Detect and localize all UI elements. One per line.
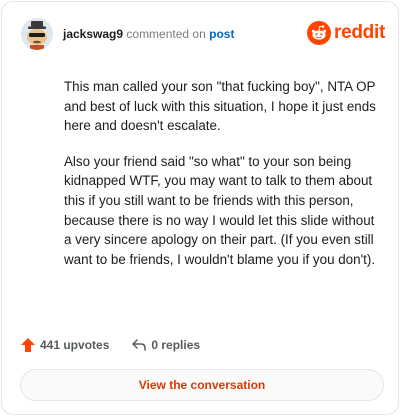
- comment-card: jackswag9 commented on post reddit This …: [1, 1, 399, 415]
- view-conversation-button[interactable]: View the conversation: [20, 369, 384, 401]
- avatar[interactable]: [21, 18, 53, 50]
- upvote-arrow-icon: [21, 338, 35, 352]
- reply-button[interactable]: 0 replies: [131, 337, 200, 353]
- comment-body: This man called your son "that fucking b…: [64, 77, 382, 269]
- reddit-snoo-icon: [307, 21, 332, 45]
- reply-count: 0 replies: [151, 338, 201, 352]
- post-link[interactable]: post: [209, 27, 234, 41]
- username[interactable]: jackswag9: [63, 27, 123, 41]
- snoo-avatar-icon: [21, 18, 53, 50]
- reddit-logo[interactable]: reddit: [307, 20, 385, 46]
- reply-icon: [132, 339, 147, 351]
- upvote-button[interactable]: 441 upvotes: [20, 337, 109, 353]
- comment-paragraph: Also your friend said "so what" to your …: [64, 153, 376, 267]
- commenter-line: jackswag9 commented on post: [63, 26, 234, 42]
- comment-paragraph: This man called your son "that fucking b…: [64, 79, 376, 134]
- view-conversation-label: View the conversation: [138, 378, 266, 392]
- upvote-count: 441 upvotes: [40, 338, 110, 352]
- logo-wordmark: reddit: [334, 22, 385, 43]
- comment-actions: 441 upvotes 0 replies: [20, 335, 222, 355]
- commented-on-text: commented on: [126, 27, 206, 41]
- comment-header: jackswag9 commented on post reddit: [21, 18, 387, 52]
